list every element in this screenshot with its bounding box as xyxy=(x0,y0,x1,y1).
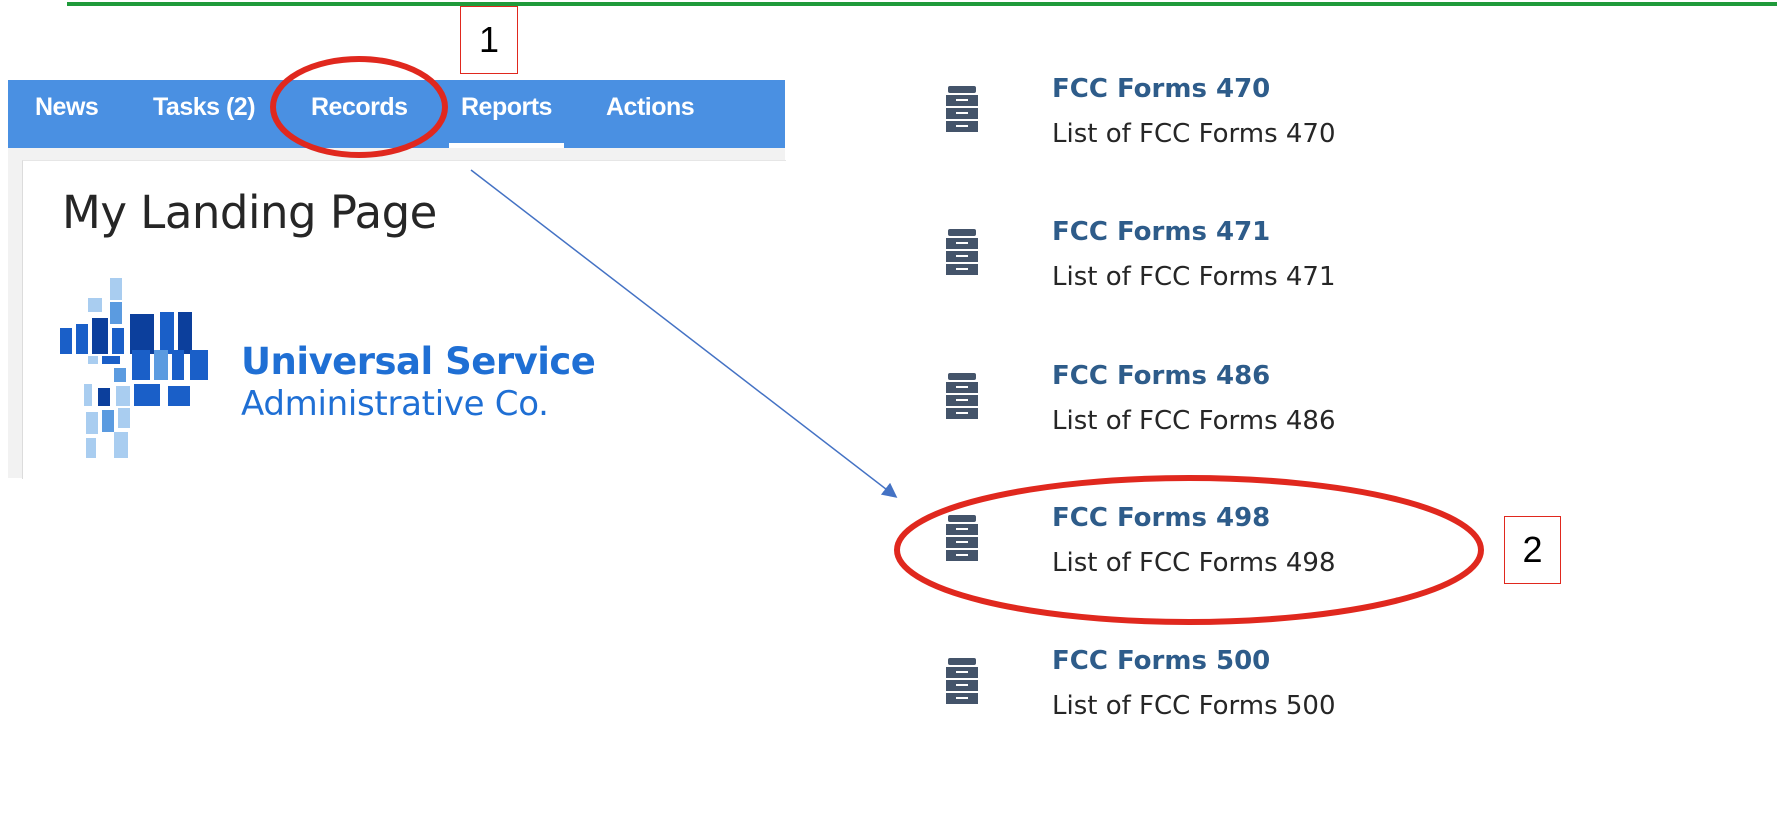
step-2-label: 2 xyxy=(1504,516,1561,584)
record-item-500[interactable]: FCC Forms 500 List of FCC Forms 500 xyxy=(940,646,1460,736)
page-title: My Landing Page xyxy=(62,186,437,239)
record-title-link[interactable]: FCC Forms 470 xyxy=(1052,74,1270,104)
record-title-link[interactable]: FCC Forms 498 xyxy=(1052,503,1270,533)
nav-tab-actions[interactable]: Actions xyxy=(606,80,695,148)
record-description: List of FCC Forms 498 xyxy=(1052,548,1336,578)
file-cabinet-icon xyxy=(946,515,978,561)
record-description: List of FCC Forms 471 xyxy=(1052,262,1336,292)
record-description: List of FCC Forms 500 xyxy=(1052,691,1336,721)
record-item-486[interactable]: FCC Forms 486 List of FCC Forms 486 xyxy=(940,361,1460,451)
record-title-link[interactable]: FCC Forms 471 xyxy=(1052,217,1270,247)
record-item-471[interactable]: FCC Forms 471 List of FCC Forms 471 xyxy=(940,217,1460,307)
file-cabinet-icon xyxy=(946,373,978,419)
nav-tab-reports[interactable]: Reports xyxy=(449,80,564,148)
nav-tab-tasks[interactable]: Tasks (2) xyxy=(153,80,256,148)
record-title-link[interactable]: FCC Forms 486 xyxy=(1052,361,1270,391)
step-1-label: 1 xyxy=(460,6,518,74)
nav-tab-news[interactable]: News xyxy=(35,80,99,148)
logo-name-line2: Administrative Co. xyxy=(241,384,549,424)
record-description: List of FCC Forms 470 xyxy=(1052,119,1336,149)
top-divider xyxy=(67,2,1777,6)
record-title-link[interactable]: FCC Forms 500 xyxy=(1052,646,1270,676)
record-item-498[interactable]: FCC Forms 498 List of FCC Forms 498 xyxy=(940,503,1460,593)
file-cabinet-icon xyxy=(946,658,978,704)
usac-logo-mark xyxy=(60,278,208,458)
main-nav-bar: News Tasks (2) Records Reports Actions xyxy=(8,80,785,149)
nav-tab-records[interactable]: Records xyxy=(311,80,408,148)
file-cabinet-icon xyxy=(946,229,978,275)
record-item-470[interactable]: FCC Forms 470 List of FCC Forms 470 xyxy=(940,74,1460,164)
file-cabinet-icon xyxy=(946,86,978,132)
logo-name-line1: Universal Service xyxy=(241,340,596,383)
record-description: List of FCC Forms 486 xyxy=(1052,406,1336,436)
